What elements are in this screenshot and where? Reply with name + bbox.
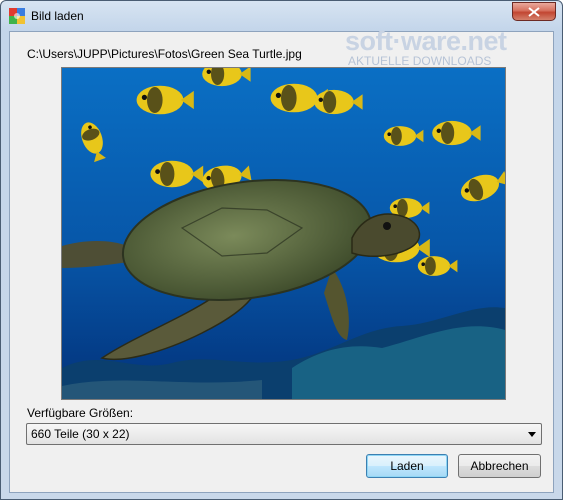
watermark-logo: soft·ware.net AKTUELLE DOWNLOADS bbox=[345, 26, 507, 68]
watermark-subtitle: AKTUELLE DOWNLOADS bbox=[348, 54, 492, 68]
sizes-label: Verfügbare Größen: bbox=[27, 406, 134, 420]
dialog-client: C:\Users\JUPP\Pictures\Fotos\Green Sea T… bbox=[9, 26, 554, 493]
cancel-button[interactable]: Abbrechen bbox=[458, 454, 541, 478]
close-button[interactable] bbox=[512, 2, 556, 21]
turtle-photo bbox=[62, 68, 505, 399]
close-icon bbox=[528, 7, 540, 17]
file-path: C:\Users\JUPP\Pictures\Fotos\Green Sea T… bbox=[27, 47, 302, 61]
sizes-selected-value: 660 Teile (30 x 22) bbox=[31, 427, 130, 441]
dialog-window: Bild laden C:\Users\JUPP\Pictures\Fotos\… bbox=[0, 0, 563, 500]
puzzle-app-icon bbox=[9, 8, 25, 24]
window-title: Bild laden bbox=[31, 9, 84, 23]
chevron-down-icon bbox=[528, 432, 536, 437]
load-button[interactable]: Laden bbox=[366, 454, 448, 478]
watermark-brand: soft·ware.net bbox=[345, 26, 507, 56]
sizes-dropdown[interactable]: 660 Teile (30 x 22) bbox=[26, 423, 542, 445]
image-preview bbox=[61, 67, 506, 400]
